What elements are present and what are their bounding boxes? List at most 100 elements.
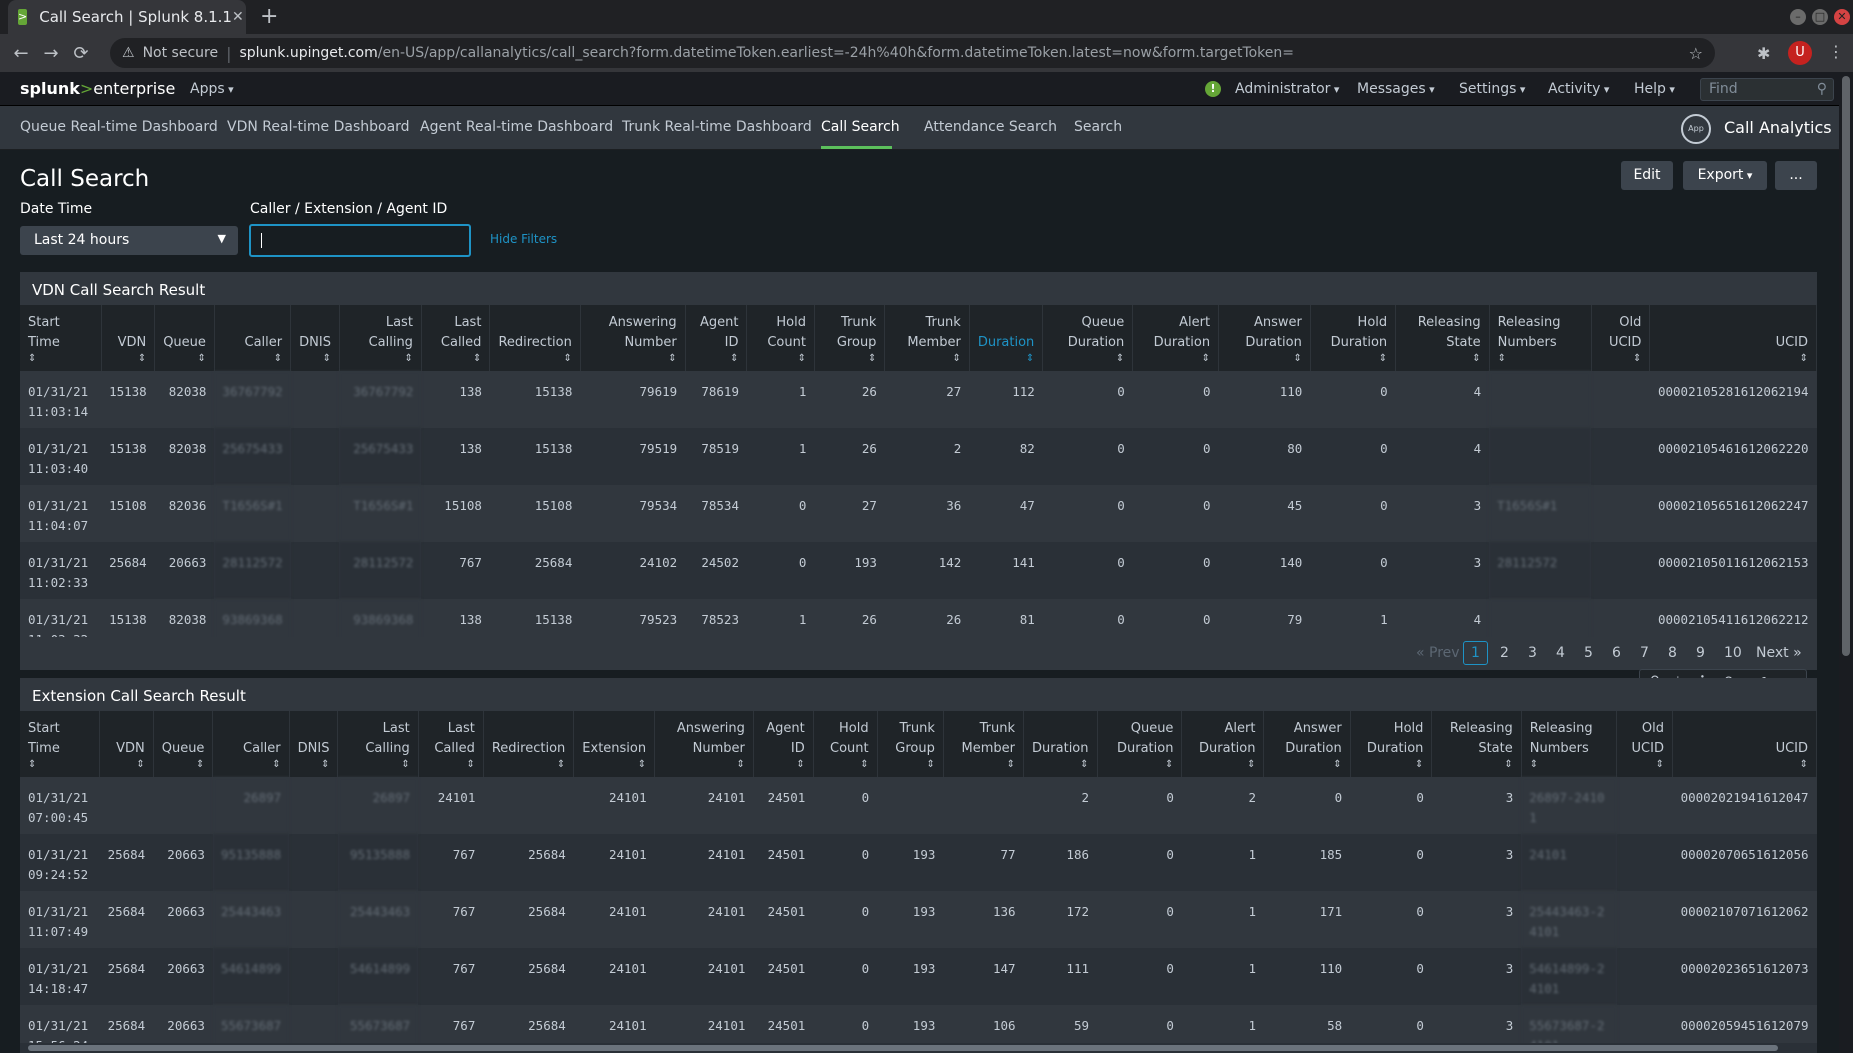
table-row[interactable]: 01/31/21 15:56:2425684206635567368755673… [20, 1005, 1817, 1043]
column-header[interactable]: VDN ⇕ [101, 305, 156, 371]
column-header[interactable]: Queue ⇕ [153, 711, 214, 777]
sort-icon[interactable]: ⇕ [822, 759, 868, 771]
sort-icon[interactable]: ⇕ [1272, 759, 1341, 771]
more-actions-button[interactable]: ... [1775, 161, 1817, 190]
sort-icon[interactable]: ⇕ [1359, 759, 1423, 771]
horizontal-scrollbar[interactable] [20, 1043, 1817, 1053]
hide-filters-link[interactable]: Hide Filters [490, 232, 557, 246]
column-header[interactable]: Old UCID ⇕ [1616, 711, 1673, 777]
next-page-link[interactable]: Next » [1756, 645, 1802, 661]
sort-icon[interactable]: ⇕ [886, 759, 934, 771]
settings-menu[interactable]: Settings [1459, 81, 1525, 97]
export-button[interactable]: Export [1683, 161, 1767, 190]
sort-icon[interactable]: ⇕ [162, 759, 204, 771]
sort-icon[interactable]: ⇕ [1404, 353, 1480, 365]
table-row[interactable]: 01/31/21 11:07:49 25684 20663 25443463 25443… [20, 891, 1817, 948]
sort-icon[interactable]: ⇕ [430, 353, 481, 365]
sort-icon[interactable]: ⇕ [163, 353, 206, 365]
column-header[interactable]: UCID ⇕ [1649, 305, 1817, 371]
health-status-icon[interactable]: ! [1205, 81, 1221, 97]
profile-avatar[interactable]: U [1788, 41, 1812, 65]
sort-icon[interactable]: ⇕ [755, 353, 806, 365]
sort-icon[interactable]: ⇕ [952, 759, 1015, 771]
column-header[interactable]: Last Called ⇕ [418, 711, 484, 777]
table-row[interactable]: 01/31/21 11:03:3215138820389386936893869… [20, 599, 1817, 637]
sort-icon[interactable]: ⇕ [1141, 353, 1210, 365]
sort-icon[interactable]: ⇕ [582, 759, 646, 771]
column-header[interactable]: Extension ⇕ [573, 711, 656, 777]
column-header[interactable]: Trunk Group ⇕ [814, 305, 886, 371]
reload-icon[interactable]: ⟳ [66, 43, 96, 64]
page-link-9[interactable]: 9 [1696, 645, 1705, 661]
bookmark-star-icon[interactable]: ☆ [1689, 44, 1703, 63]
sort-icon[interactable]: ⇕ [1051, 353, 1124, 365]
sort-icon[interactable]: ⇕ [492, 759, 565, 771]
extensions-puzzle-icon[interactable]: ✱ [1757, 44, 1770, 63]
find-input[interactable]: Find ⚲ [1700, 78, 1834, 101]
sort-icon[interactable]: ⇕ [1625, 759, 1664, 771]
sort-icon[interactable]: ⇕ [298, 759, 329, 771]
sort-icon[interactable]: ⇕ [28, 353, 93, 365]
column-header[interactable]: Last Called ⇕ [421, 305, 491, 371]
table-row[interactable]: 01/31/21 11:04:07 15108 82036 T1656S#1 T1656… [20, 485, 1817, 542]
column-header[interactable]: Redirection ⇕ [489, 305, 581, 371]
administrator-menu[interactable]: Administrator [1235, 81, 1339, 97]
caller-input[interactable] [249, 224, 471, 257]
tab-queue-realtime[interactable]: Queue Real-time Dashboard [20, 119, 218, 135]
close-window-icon[interactable]: ✕ [1834, 9, 1850, 25]
column-header[interactable]: Start Time ⇕ [20, 711, 101, 777]
column-header[interactable]: Redirection ⇕ [483, 711, 575, 777]
sort-icon[interactable]: ⇕ [299, 353, 331, 365]
sort-icon[interactable]: ⇕ [978, 353, 1034, 365]
browser-tab[interactable]: > Call Search | Splunk 8.1.1 ✕ [8, 0, 246, 34]
tab-vdn-realtime[interactable]: VDN Real-time Dashboard [227, 119, 410, 135]
tab-call-search[interactable]: Call Search [821, 119, 900, 135]
sort-icon[interactable]: ⇕ [589, 353, 676, 365]
sort-icon[interactable]: ⇕ [823, 353, 876, 365]
page-link-8[interactable]: 8 [1668, 645, 1677, 661]
sort-icon[interactable]: ⇕ [663, 759, 745, 771]
tab-attendance-search[interactable]: Attendance Search [924, 119, 1057, 135]
tab-search[interactable]: Search [1074, 119, 1122, 135]
column-header[interactable]: VDN ⇕ [99, 711, 154, 777]
column-header[interactable]: Alert Duration ⇕ [1132, 305, 1220, 371]
column-header[interactable]: Alert Duration ⇕ [1181, 711, 1265, 777]
column-header[interactable]: Answer Duration ⇕ [1218, 305, 1311, 371]
page-link-7[interactable]: 7 [1640, 645, 1649, 661]
page-link-4[interactable]: 4 [1556, 645, 1565, 661]
column-header[interactable]: Agent ID ⇕ [685, 305, 748, 371]
minimize-window-icon[interactable]: – [1790, 9, 1806, 25]
vertical-scrollbar[interactable] [1839, 72, 1853, 1053]
column-header[interactable]: UCID ⇕ [1672, 711, 1817, 777]
page-link-1[interactable]: 1 [1463, 641, 1488, 665]
column-header[interactable]: Releasing State ⇕ [1395, 305, 1490, 371]
table-row[interactable]: 01/31/21 09:24:52 25684 20663 95135888 95135… [20, 834, 1817, 891]
column-header[interactable]: Queue Duration ⇕ [1042, 305, 1134, 371]
column-header[interactable]: Duration ⇕ [1023, 711, 1098, 777]
column-header[interactable]: Hold Count ⇕ [746, 305, 815, 371]
edit-button[interactable]: Edit [1621, 161, 1673, 190]
date-time-dropdown[interactable]: Last 24 hours ▼ [20, 226, 238, 255]
sort-icon[interactable]: ⇕ [28, 759, 91, 771]
page-link-10[interactable]: 10 [1724, 645, 1742, 661]
page-link-6[interactable]: 6 [1612, 645, 1621, 661]
column-header[interactable]: Queue Duration ⇕ [1097, 711, 1183, 777]
column-header[interactable]: Hold Duration ⇕ [1350, 711, 1433, 777]
sort-icon[interactable]: ⇕ [694, 353, 738, 365]
horizontal-scroll-thumb[interactable] [28, 1045, 1778, 1051]
apps-menu[interactable]: Apps [190, 81, 234, 97]
column-header[interactable]: Last Calling ⇕ [339, 305, 422, 371]
column-header[interactable]: Start Time ⇕ [20, 305, 102, 371]
table-row[interactable]: 01/31/21 14:18:47 25684 20663 54614899 54614… [20, 948, 1817, 1005]
sort-icon[interactable]: ⇕ [1032, 759, 1088, 771]
back-icon[interactable]: ← [6, 43, 36, 64]
sort-icon[interactable]: ⇕ [108, 759, 144, 771]
sort-icon[interactable]: ⇕ [223, 353, 282, 365]
column-header[interactable]: Trunk Member ⇕ [884, 305, 970, 371]
column-header[interactable]: Trunk Member ⇕ [943, 711, 1025, 777]
column-header[interactable]: Last Calling ⇕ [337, 711, 419, 777]
search-icon[interactable]: ⚲ [1817, 81, 1827, 97]
browser-menu-icon[interactable]: ⋮ [1828, 42, 1844, 61]
table-row[interactable]: 01/31/21 07:00:45 26897 26897 24101 24101 241… [20, 777, 1817, 834]
sort-icon[interactable]: ⇕ [1681, 759, 1808, 771]
